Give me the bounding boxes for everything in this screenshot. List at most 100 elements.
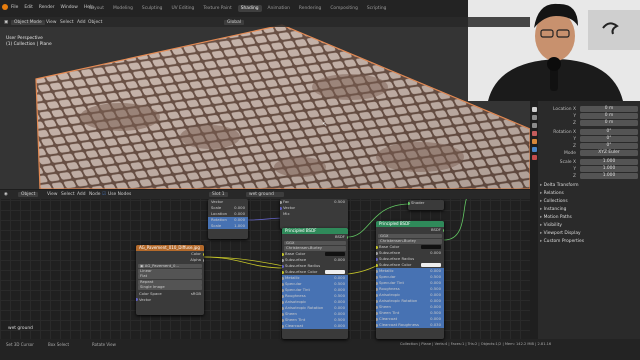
section-visibility[interactable]: Visibility xyxy=(540,223,638,229)
3d-viewport[interactable]: ▣ Object Mode View Select Add Object Glo… xyxy=(0,17,530,189)
rotation-mode-dropdown[interactable]: XYZ Euler xyxy=(580,150,638,156)
input-socket[interactable] xyxy=(282,306,284,310)
menu-select[interactable]: Select xyxy=(61,192,75,197)
vector-input-socket[interactable] xyxy=(136,298,138,302)
scale-z-field[interactable]: 1.000 xyxy=(580,173,638,179)
object-mode-dropdown[interactable]: Object Mode xyxy=(11,19,45,25)
interpolation-dropdown[interactable]: Linear xyxy=(138,268,202,274)
vector-socket[interactable] xyxy=(280,206,282,210)
tab-layout[interactable]: Layout xyxy=(86,5,107,12)
input-socket[interactable] xyxy=(376,263,378,267)
blender-logo-icon[interactable] xyxy=(2,4,8,10)
source-dropdown[interactable]: Single Image xyxy=(138,284,202,290)
shader-type-dropdown[interactable]: Object xyxy=(18,192,39,197)
input-socket[interactable] xyxy=(376,299,378,303)
section-relations[interactable]: Relations xyxy=(540,191,638,197)
menu-window[interactable]: Window xyxy=(61,5,78,10)
menu-view[interactable]: View xyxy=(47,192,57,197)
scale-y-field[interactable]: 1.000 xyxy=(580,166,638,172)
input-socket[interactable] xyxy=(282,282,284,286)
output-icon[interactable] xyxy=(531,123,537,128)
bsdf1-output-socket[interactable] xyxy=(346,235,348,239)
input-value[interactable]: 0.000 xyxy=(334,323,345,329)
menu-edit[interactable]: Edit xyxy=(24,5,33,10)
input-socket[interactable] xyxy=(376,281,378,285)
input-value[interactable] xyxy=(325,270,345,275)
section-delta-transform[interactable]: Delta Transform xyxy=(540,183,638,189)
shader-input-socket[interactable] xyxy=(408,201,410,205)
location-z-field[interactable]: 0 m xyxy=(580,120,638,126)
shader-node-editor[interactable]: ◉ Object View Select Add Node ☑ Use Node… xyxy=(0,190,530,339)
section-collections[interactable]: Collections xyxy=(540,199,638,205)
input-socket[interactable] xyxy=(376,293,378,297)
bsdf2-subsurface-method-dropdown[interactable]: Christensen-Burley xyxy=(378,238,442,244)
tab-rendering[interactable]: Rendering xyxy=(296,5,324,12)
input-socket[interactable] xyxy=(376,269,378,273)
editor-type-icon[interactable]: ◉ xyxy=(4,192,8,197)
input-socket[interactable] xyxy=(282,276,284,280)
input-socket[interactable] xyxy=(376,257,378,261)
menu-file[interactable]: File xyxy=(11,5,18,10)
tab-scripting[interactable]: Scripting xyxy=(364,5,390,12)
input-socket[interactable] xyxy=(282,312,284,316)
bsdf1-input-row[interactable]: Clearcoat 0.000 xyxy=(282,323,348,330)
input-socket[interactable] xyxy=(282,270,284,274)
rotation-y-field[interactable]: 0° xyxy=(580,136,638,142)
input-value[interactable] xyxy=(421,263,441,268)
material-slot-dropdown[interactable]: Slot 1 xyxy=(209,192,228,197)
location-x-field[interactable]: 0 m xyxy=(580,106,638,112)
render-icon[interactable] xyxy=(531,115,537,120)
modifier-icon[interactable] xyxy=(531,147,537,152)
image-texture-node[interactable]: AG_Pavement_010_Diffuse.jpg Color Alpha … xyxy=(136,245,204,315)
material-icon[interactable] xyxy=(531,155,537,160)
input-value[interactable] xyxy=(421,245,441,250)
input-socket[interactable] xyxy=(282,288,284,292)
transform-orientation-dropdown[interactable]: Global xyxy=(224,19,245,25)
editor-type-icon[interactable]: ▣ xyxy=(4,20,8,25)
material-output-node[interactable]: Shader xyxy=(408,200,444,210)
principled-bsdf-node-1[interactable]: Principled BSDF BSDF GGX Christensen-Bur… xyxy=(282,228,348,339)
section-viewport-display[interactable]: Viewport Display xyxy=(540,231,638,237)
tab-compositing[interactable]: Compositing xyxy=(327,5,361,12)
input-socket[interactable] xyxy=(376,275,378,279)
menu-select[interactable]: Select xyxy=(60,20,74,25)
location-y-field[interactable]: 0 m xyxy=(580,113,638,119)
menu-object[interactable]: Object xyxy=(88,20,102,25)
tab-modeling[interactable]: Modeling xyxy=(110,5,136,12)
scale-x-field[interactable]: 1.000 xyxy=(580,159,638,165)
alpha-output-socket[interactable] xyxy=(202,258,204,262)
tab-shading[interactable]: Shading xyxy=(237,5,262,12)
material-name-field[interactable]: wet ground xyxy=(246,192,284,197)
principled-bsdf-node-2[interactable]: Principled BSDF BSDF GGX Christensen-Bur… xyxy=(376,221,444,339)
tab-sculpting[interactable]: Sculpting xyxy=(139,5,166,12)
menu-node[interactable]: Node xyxy=(89,192,100,197)
input-socket[interactable] xyxy=(376,305,378,309)
bsdf2-input-row[interactable]: Clearcoat Roughness 0.030 xyxy=(376,322,444,329)
input-value[interactable] xyxy=(325,252,345,257)
rotation-x-field[interactable]: 0° xyxy=(580,129,638,135)
section-custom-properties[interactable]: Custom Properties xyxy=(540,239,638,245)
tool-icon[interactable] xyxy=(531,107,537,112)
tab-animation[interactable]: Animation xyxy=(265,5,293,12)
input-socket[interactable] xyxy=(282,264,284,268)
scene-icon[interactable] xyxy=(531,131,537,136)
fac-socket[interactable] xyxy=(280,200,282,204)
use-nodes-checkbox[interactable]: ☑ xyxy=(102,192,106,197)
input-value[interactable]: 0.030 xyxy=(430,322,441,328)
bsdf1-subsurface-method-dropdown[interactable]: Christensen-Burley xyxy=(284,245,346,251)
section-motion-paths[interactable]: Motion Paths xyxy=(540,215,638,221)
section-instancing[interactable]: Instancing xyxy=(540,207,638,213)
mapping-scale2-value[interactable]: 1.000 xyxy=(234,223,245,229)
input-socket[interactable] xyxy=(376,311,378,315)
input-socket[interactable] xyxy=(376,287,378,291)
mapping-node[interactable]: Vector Scale 0.000 Location 0.000 Rotation… xyxy=(208,199,248,239)
input-socket[interactable] xyxy=(282,300,284,304)
menu-add[interactable]: Add xyxy=(77,20,86,25)
mix-node[interactable]: Fac 0.500 Vector Mix xyxy=(280,199,348,229)
bsdf2-output-socket[interactable] xyxy=(442,228,444,232)
input-socket[interactable] xyxy=(376,323,378,327)
input-socket[interactable] xyxy=(282,294,284,298)
input-socket[interactable] xyxy=(282,252,284,256)
input-socket[interactable] xyxy=(376,251,378,255)
input-socket[interactable] xyxy=(376,245,378,249)
